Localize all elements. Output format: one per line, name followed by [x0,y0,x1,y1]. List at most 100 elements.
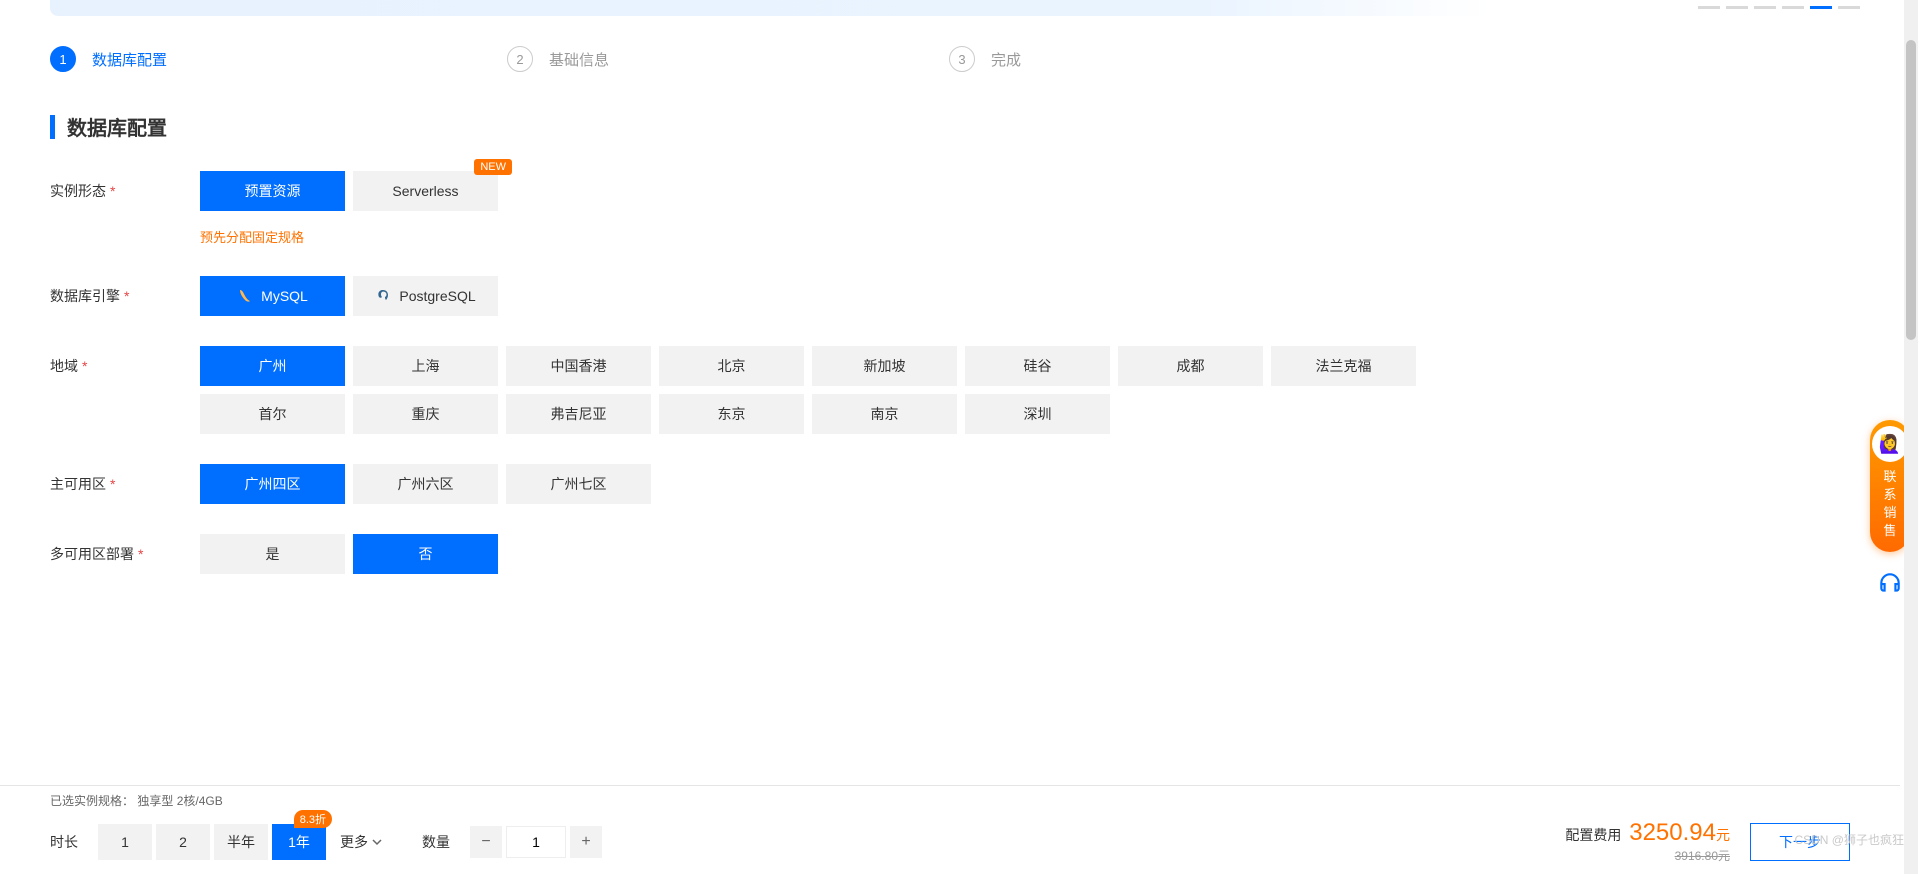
dash-2 [1726,6,1748,9]
opt-region-5[interactable]: 硅谷 [965,346,1110,386]
quantity-group: 数量 − + [422,826,602,858]
dash-3 [1754,6,1776,9]
opt-region-b-0[interactable]: 首尔 [200,394,345,434]
opt-mysql[interactable]: MySQL [200,276,345,316]
postgresql-icon [375,288,391,304]
row-multi-az: 多可用区部署* 是否 [50,534,1490,574]
footer-bar: 已选实例规格： 独享型 2核/4GB 时长 12半年1年8.3折 更多 数量 −… [0,785,1900,874]
qty-input[interactable] [506,826,566,858]
price-unit: 元 [1716,827,1730,843]
label-db-engine: 数据库引擎* [50,276,200,306]
required-mark: * [110,183,115,199]
opt-label: Serverless [392,183,458,199]
label-instance-type: 实例形态* [50,171,200,201]
duration-opt-1[interactable]: 2 [156,824,210,860]
scrollbar[interactable] [1904,0,1918,874]
spec-label: 已选实例规格： [50,794,134,808]
label-text: 实例形态 [50,183,106,199]
label-text: 多可用区部署 [50,546,134,562]
label-region: 地域* [50,346,200,376]
opt-multi-0[interactable]: 是 [200,534,345,574]
required-mark: * [138,546,143,562]
step-label: 数据库配置 [92,49,167,70]
opt-postgresql[interactable]: PostgreSQL [353,276,498,316]
opt-region-b-4[interactable]: 南京 [812,394,957,434]
label-text: 主可用区 [50,476,106,492]
opt-label: MySQL [261,288,308,304]
opt-region-4[interactable]: 新加坡 [812,346,957,386]
opt-region-b-3[interactable]: 东京 [659,394,804,434]
step-2[interactable]: 2 基础信息 [507,46,609,72]
label-text: 数据库引擎 [50,288,120,304]
price-value: 3250.94 [1629,819,1716,846]
opt-region-1[interactable]: 上海 [353,346,498,386]
opt-label: PostgreSQL [399,288,475,304]
step-1[interactable]: 1 数据库配置 [50,46,167,72]
opt-region-7[interactable]: 法兰克福 [1271,346,1416,386]
opt-region-b-2[interactable]: 弗吉尼亚 [506,394,651,434]
label-multi-az: 多可用区部署* [50,534,200,564]
step-wizard: 1 数据库配置 2 基础信息 3 完成 [0,16,1540,92]
step-label: 基础信息 [549,49,609,70]
dash-6 [1838,6,1860,9]
more-label: 更多 [340,832,368,852]
duration-opt-0[interactable]: 1 [98,824,152,860]
qty-decrease-button[interactable]: − [470,826,502,858]
discount-badge: 8.3折 [294,810,332,828]
duration-label: 时长 [50,832,78,852]
opt-region-3[interactable]: 北京 [659,346,804,386]
row-instance-type: 实例形态* 预置资源 Serverless NEW 预先分配固定规格 [50,171,1490,246]
row-primary-az: 主可用区* 广州四区广州六区广州七区 [50,464,1490,504]
banner-pagination [1698,6,1860,9]
dash-1 [1698,6,1720,9]
opt-preset-resource[interactable]: 预置资源 [200,171,345,211]
step-label: 完成 [991,49,1021,70]
chevron-down-icon [372,837,382,847]
title-accent-bar [50,115,55,139]
opt-region-b-1[interactable]: 重庆 [353,394,498,434]
opt-region-b-5[interactable]: 深圳 [965,394,1110,434]
spec-value: 独享型 2核/4GB [137,794,222,808]
step-number: 3 [949,46,975,72]
qty-increase-button[interactable]: + [570,826,602,858]
step-number: 1 [50,46,76,72]
opt-region-6[interactable]: 成都 [1118,346,1263,386]
duration-opt-3[interactable]: 1年8.3折 [272,824,326,860]
required-mark: * [82,358,87,374]
opt-serverless[interactable]: Serverless NEW [353,171,498,211]
opt-region-0[interactable]: 广州 [200,346,345,386]
scrollbar-thumb[interactable] [1906,40,1916,340]
price-block: 配置费用 3250.94元 3916.80元 [1565,819,1730,864]
label-text: 地域 [50,358,78,374]
required-mark: * [124,288,129,304]
next-step-button[interactable]: 下一步 [1750,823,1850,861]
duration-more[interactable]: 更多 [330,832,392,852]
opt-az-1[interactable]: 广州六区 [353,464,498,504]
opt-az-2[interactable]: 广州七区 [506,464,651,504]
support-icon[interactable] [1873,566,1907,600]
row-region: 地域* 广州上海中国香港北京新加坡硅谷成都法兰克福 首尔重庆弗吉尼亚东京南京深圳 [50,346,1490,434]
quantity-label: 数量 [422,832,450,852]
opt-az-0[interactable]: 广州四区 [200,464,345,504]
sales-avatar-icon: 🙋‍♀️ [1872,426,1908,462]
opt-region-2[interactable]: 中国香港 [506,346,651,386]
row-db-engine: 数据库引擎* MySQL PostgreSQL [50,276,1490,316]
mysql-icon [237,288,253,304]
duration-opt-2[interactable]: 半年 [214,824,268,860]
step-3[interactable]: 3 完成 [949,46,1021,72]
section-title: 数据库配置 [50,112,1490,141]
opt-multi-1[interactable]: 否 [353,534,498,574]
price-original: 3916.80元 [1565,847,1730,864]
step-number: 2 [507,46,533,72]
instance-type-hint: 预先分配固定规格 [200,227,1490,246]
section-title-text: 数据库配置 [67,112,167,141]
required-mark: * [110,476,115,492]
selected-spec: 已选实例规格： 独享型 2核/4GB [50,792,1850,809]
dash-4 [1782,6,1804,9]
label-primary-az: 主可用区* [50,464,200,494]
top-banner [50,0,1490,16]
price-label: 配置费用 [1565,827,1621,843]
dash-5 [1810,6,1832,9]
new-badge: NEW [474,159,512,175]
sales-text: 联 系 销 售 [1883,468,1896,540]
